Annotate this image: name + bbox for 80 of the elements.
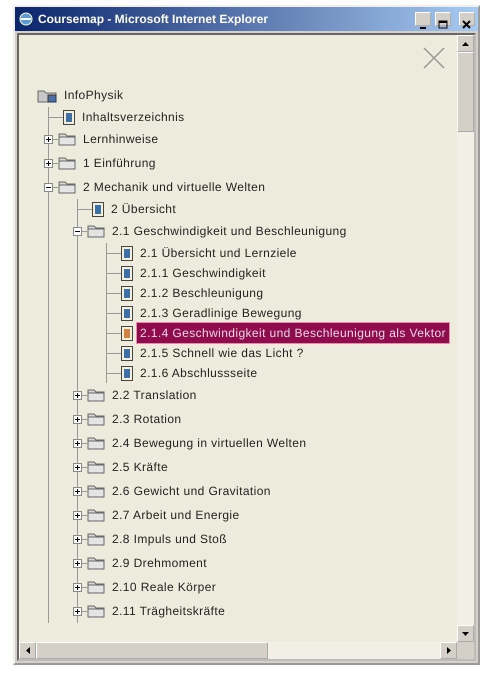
- browser-icon: [18, 11, 34, 27]
- tree-item[interactable]: 2.1.6 Abschlussseite: [136, 362, 262, 384]
- tree-item[interactable]: 2.5 Kräfte: [108, 456, 172, 478]
- tree-item[interactable]: 2.1.1 Geschwindigkeit: [136, 262, 270, 284]
- tree-item[interactable]: 2.1.5 Schnell wie das Licht ?: [136, 342, 308, 364]
- folder-icon: [87, 412, 105, 426]
- expand-icon[interactable]: [73, 414, 82, 424]
- close-button[interactable]: [459, 12, 475, 26]
- scrollbar-thumb[interactable]: [457, 52, 474, 132]
- folder-icon: [87, 556, 105, 570]
- expand-icon[interactable]: [73, 606, 82, 616]
- tree-item[interactable]: 2.1 Übersicht und Lernziele: [136, 242, 301, 264]
- minimize-icon: [420, 27, 426, 30]
- folder-icon: [58, 132, 76, 146]
- down-arrow-icon: [462, 632, 469, 636]
- tree-item[interactable]: 2.1.2 Beschleunigung: [136, 282, 268, 304]
- tree-item[interactable]: 2.1 Geschwindigkeit und Beschleunigung: [108, 220, 351, 242]
- page-icon: [63, 110, 75, 124]
- folder-icon: [87, 388, 105, 402]
- expand-icon[interactable]: [73, 534, 82, 544]
- expand-icon[interactable]: [73, 390, 82, 400]
- expand-icon[interactable]: [73, 486, 82, 496]
- tree-item[interactable]: 2.2 Translation: [108, 384, 201, 406]
- scrollbar-thumb[interactable]: [36, 642, 268, 659]
- expand-icon[interactable]: [73, 582, 82, 592]
- page-icon: [121, 366, 133, 380]
- page-icon: [121, 346, 133, 360]
- tree-item[interactable]: Inhaltsverzeichnis: [78, 106, 189, 128]
- tree-item[interactable]: 2.1.4 Geschwindigkeit und Beschleunigung als Vektor: [136, 322, 450, 344]
- folder-icon: [87, 484, 105, 498]
- up-arrow-icon: [462, 42, 469, 46]
- folder-icon: [58, 156, 76, 170]
- expand-icon[interactable]: [44, 158, 53, 168]
- tree-item[interactable]: 2.11 Trägheitskräfte: [108, 600, 230, 622]
- page-icon: [121, 246, 133, 260]
- folder-icon: [58, 180, 76, 194]
- page-icon: [92, 202, 104, 216]
- scroll-left-button[interactable]: [19, 642, 36, 659]
- tree-item[interactable]: 2.10 Reale Körper: [108, 576, 220, 598]
- tree-item[interactable]: InfoPhysik: [60, 84, 128, 106]
- window-title: Coursemap - Microsoft Internet Explorer: [38, 11, 268, 28]
- tree-item[interactable]: 2 Mechanik und virtuelle Welten: [79, 176, 270, 198]
- page-icon: [121, 286, 133, 300]
- folder-icon: [87, 224, 105, 238]
- tree-item[interactable]: 2.6 Gewicht und Gravitation: [108, 480, 275, 502]
- vertical-scrollbar[interactable]: [457, 35, 474, 642]
- horizontal-scrollbar[interactable]: [19, 642, 457, 659]
- page-icon: [121, 326, 133, 340]
- tree-item[interactable]: 2.9 Drehmoment: [108, 552, 211, 574]
- collapse-icon[interactable]: [44, 182, 53, 192]
- maximize-button[interactable]: [435, 12, 451, 26]
- tree-item[interactable]: 2 Übersicht: [107, 198, 180, 220]
- expand-icon[interactable]: [73, 510, 82, 520]
- folder-icon: [87, 532, 105, 546]
- collapse-icon[interactable]: [73, 226, 82, 236]
- expand-icon[interactable]: [73, 462, 82, 472]
- folder-icon: [37, 88, 57, 102]
- folder-icon: [87, 460, 105, 474]
- tree-item[interactable]: 2.3 Rotation: [108, 408, 186, 430]
- expand-icon[interactable]: [44, 134, 53, 144]
- folder-icon: [87, 580, 105, 594]
- page-icon: [121, 306, 133, 320]
- tree-item[interactable]: 1 Einführung: [79, 152, 160, 174]
- tree-item[interactable]: 2.1.3 Geradlinige Bewegung: [136, 302, 306, 324]
- page-icon: [121, 266, 133, 280]
- maximize-icon: [436, 18, 450, 31]
- scroll-up-button[interactable]: [457, 35, 474, 52]
- right-arrow-icon: [446, 647, 450, 654]
- tree-item[interactable]: 2.8 Impuls und Stoß: [108, 528, 231, 550]
- expand-icon[interactable]: [73, 438, 82, 448]
- folder-icon: [87, 508, 105, 522]
- scroll-down-button[interactable]: [457, 625, 474, 642]
- folder-icon: [87, 436, 105, 450]
- tree-item[interactable]: Lernhinweise: [79, 128, 163, 150]
- folder-icon: [87, 604, 105, 618]
- tree-item[interactable]: 2.4 Bewegung in virtuellen Welten: [108, 432, 310, 454]
- expand-icon[interactable]: [73, 558, 82, 568]
- left-arrow-icon: [26, 647, 30, 654]
- scroll-right-button[interactable]: [440, 642, 457, 659]
- tree-item[interactable]: 2.7 Arbeit und Energie: [108, 504, 244, 526]
